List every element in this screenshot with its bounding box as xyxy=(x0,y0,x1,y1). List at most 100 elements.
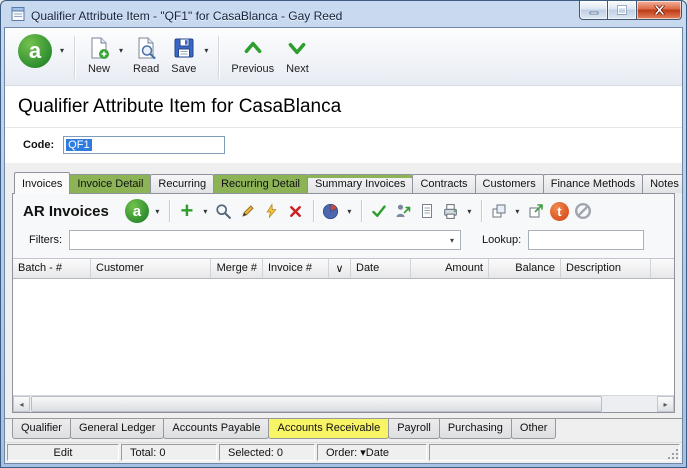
tab-notes[interactable]: Notes xyxy=(642,174,682,193)
tab-summary-invoices[interactable]: Summary Invoices xyxy=(306,174,414,193)
lower-area: Invoices Invoice Detail Recurring Recurr… xyxy=(5,163,682,463)
new-item: New ▾ xyxy=(82,32,126,77)
code-row: Code: QF1 xyxy=(5,128,682,163)
code-input[interactable]: QF1 xyxy=(63,136,226,154)
column-header-amount[interactable]: Amount xyxy=(411,259,489,278)
next-button-label: Next xyxy=(286,63,309,75)
pie-chart-button[interactable] xyxy=(321,201,341,221)
t-badge-letter: t xyxy=(557,203,562,219)
column-header-description[interactable]: Description xyxy=(561,259,651,278)
tab-invoices[interactable]: Invoices xyxy=(14,172,71,194)
resize-grip[interactable] xyxy=(667,448,679,460)
window-client-area: a ▾ New ▾ Read Save ▾ Previous Next Qual… xyxy=(4,27,683,464)
tab-invoice-detail[interactable]: Invoice Detail xyxy=(69,174,152,193)
plus-icon: + xyxy=(180,198,194,223)
scroll-thumb[interactable] xyxy=(31,396,602,412)
code-value: QF1 xyxy=(66,139,92,151)
adagio-menu-button[interactable]: a xyxy=(13,32,57,70)
copy-window-button[interactable] xyxy=(489,201,509,221)
bottom-tab-general-ledger[interactable]: General Ledger xyxy=(69,419,165,439)
add-button[interactable]: + xyxy=(177,198,197,223)
chevron-down-icon[interactable]: ▾ xyxy=(444,231,460,249)
adagio-menu-dropdown-arrow[interactable]: ▾ xyxy=(57,46,67,55)
module-tab-strip: Qualifier General Ledger Accounts Payabl… xyxy=(5,418,682,442)
title-bar[interactable]: Qualifier Attribute Item - "QF1" for Cas… xyxy=(4,1,683,27)
previous-button-label: Previous xyxy=(231,63,275,75)
print-dropdown-arrow[interactable]: ▾ xyxy=(465,207,474,216)
new-document-icon xyxy=(87,34,111,62)
app-window: Qualifier Attribute Item - "QF1" for Cas… xyxy=(0,0,687,468)
sort-indicator[interactable]: ∨ xyxy=(329,259,351,278)
panel-title: AR Invoices xyxy=(23,202,109,220)
scroll-left-button[interactable]: ◂ xyxy=(13,396,30,412)
tab-customers[interactable]: Customers xyxy=(474,174,544,193)
filters-combobox[interactable]: ▾ xyxy=(69,230,461,250)
copy-dropdown-arrow[interactable]: ▾ xyxy=(513,207,522,216)
new-dropdown-arrow[interactable]: ▾ xyxy=(116,46,126,55)
column-header-invoice[interactable]: Invoice # xyxy=(263,259,329,278)
print-button[interactable] xyxy=(441,201,461,221)
bottom-tab-payroll[interactable]: Payroll xyxy=(388,419,440,439)
read-item: Read xyxy=(128,32,164,77)
minimize-button[interactable] xyxy=(579,1,608,20)
bottom-tab-qualifier[interactable]: Qualifier xyxy=(12,419,71,439)
status-order: Order: ▾Date xyxy=(317,444,427,461)
previous-button[interactable]: Previous xyxy=(226,32,279,77)
save-dropdown-arrow[interactable]: ▾ xyxy=(201,46,211,55)
tab-recurring-detail[interactable]: Recurring Detail xyxy=(213,174,308,193)
tab-strip: Invoices Invoice Detail Recurring Recurr… xyxy=(5,172,682,194)
adagio-letter: a xyxy=(132,202,142,220)
lookup-input[interactable] xyxy=(528,230,645,250)
close-button[interactable] xyxy=(637,1,682,20)
adagio-letter: a xyxy=(28,38,42,63)
column-header-filler xyxy=(651,259,674,278)
scroll-right-button[interactable]: ▸ xyxy=(657,396,674,412)
retrieve-user-button[interactable] xyxy=(393,201,413,221)
adagio-menu: a ▾ xyxy=(13,32,67,70)
edit-button[interactable] xyxy=(238,201,258,221)
save-button[interactable]: Save xyxy=(166,32,201,77)
next-chevron-icon xyxy=(286,34,308,62)
scroll-track[interactable] xyxy=(30,396,657,412)
maximize-button[interactable] xyxy=(608,1,637,20)
bottom-tab-other[interactable]: Other xyxy=(510,419,557,439)
tab-finance-methods[interactable]: Finance Methods xyxy=(542,174,644,193)
bottom-tab-accounts-payable[interactable]: Accounts Payable xyxy=(163,419,270,439)
new-button[interactable]: New xyxy=(82,32,116,77)
read-button[interactable]: Read xyxy=(128,32,164,77)
adagio-logo-icon: a xyxy=(18,34,52,68)
page-title: Qualifier Attribute Item for CasaBlanca xyxy=(18,96,342,117)
toolbar-separator xyxy=(74,36,75,79)
horizontal-scrollbar: ◂ ▸ xyxy=(13,395,674,412)
cancel-button[interactable] xyxy=(573,201,593,221)
invoices-grid: Batch - # Customer Merge # Invoice # ∨ D… xyxy=(13,258,674,412)
search-button[interactable] xyxy=(214,201,234,221)
add-dropdown-arrow[interactable]: ▾ xyxy=(201,207,210,216)
tab-recurring[interactable]: Recurring xyxy=(150,174,215,193)
new-button-label: New xyxy=(87,63,110,75)
column-header-batch[interactable]: Batch - # xyxy=(13,259,91,278)
delete-button[interactable] xyxy=(286,201,306,221)
next-button[interactable]: Next xyxy=(281,32,314,77)
column-header-merge[interactable]: Merge # xyxy=(211,259,263,278)
column-header-date[interactable]: Date xyxy=(351,259,411,278)
bottom-tab-purchasing[interactable]: Purchasing xyxy=(438,419,512,439)
bottom-tab-accounts-receivable[interactable]: Accounts Receivable xyxy=(268,419,390,439)
grid-body[interactable] xyxy=(13,279,674,395)
next-item: Next xyxy=(281,32,314,77)
app-icon xyxy=(10,6,26,25)
adagio-dropdown-arrow[interactable]: ▾ xyxy=(153,207,162,216)
t-badge-button[interactable]: t xyxy=(549,201,569,221)
lightning-button[interactable] xyxy=(262,201,282,221)
document-button[interactable] xyxy=(417,201,437,221)
adagio-logo-icon[interactable]: a xyxy=(124,199,149,223)
toolbar-separator xyxy=(218,36,220,79)
pie-chart-dropdown-arrow[interactable]: ▾ xyxy=(345,207,354,216)
status-bar: Edit Total: 0 Selected: 0 Order: ▾Date xyxy=(5,442,682,463)
export-button[interactable] xyxy=(526,201,546,221)
checkmark-button[interactable] xyxy=(369,201,389,221)
column-header-customer[interactable]: Customer xyxy=(91,259,211,278)
column-header-balance[interactable]: Balance xyxy=(489,259,561,278)
tab-contracts[interactable]: Contracts xyxy=(412,174,476,193)
code-label: Code: xyxy=(23,139,55,151)
